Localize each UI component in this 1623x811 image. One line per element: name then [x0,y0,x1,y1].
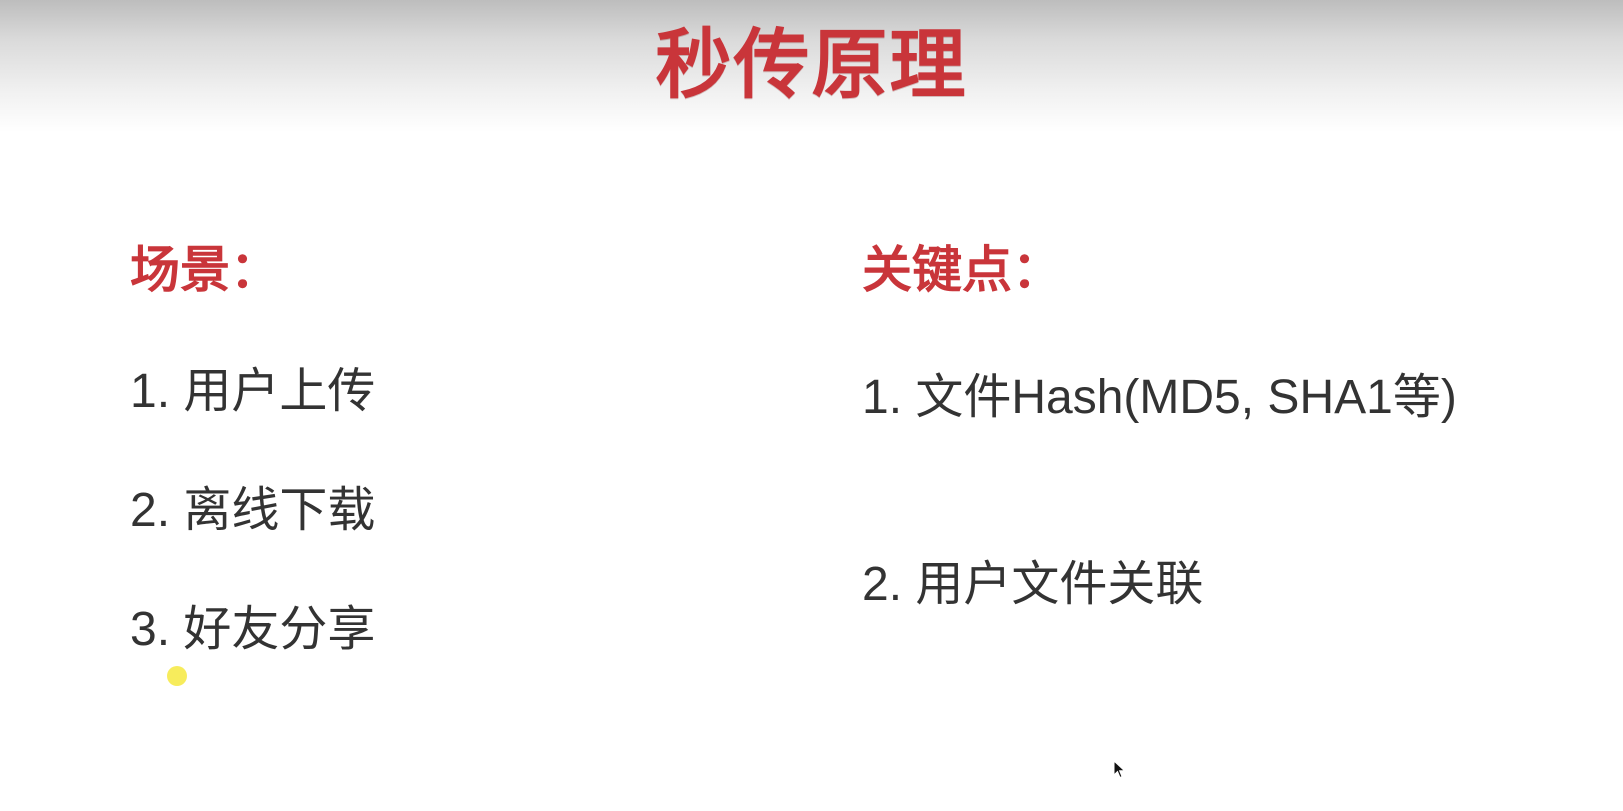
key-points-column: 关键点： 1. 文件Hash(MD5, SHA1等) 2. 用户文件关联 [862,238,1602,611]
pointer-highlight-dot [167,666,187,686]
arrow-cursor-icon [1113,760,1126,779]
scenario-item: 1. 用户上传 [130,365,376,418]
key-point-item: 2. 用户文件关联 [862,558,1204,611]
scenario-item: 2. 离线下载 [130,484,376,537]
slide-title: 秒传原理 [655,23,968,108]
scenarios-column: 场景： 1. 用户上传 2. 离线下载 3. 好友分享 [130,238,730,656]
scenario-item: 3. 好友分享 [130,603,376,656]
scenarios-heading: 场景： [130,242,280,298]
slide-title-bar: 秒传原理 [0,0,1623,132]
key-point-item: 1. 文件Hash(MD5, SHA1等) [862,371,1457,424]
key-points-heading: 关键点： [862,242,1062,298]
